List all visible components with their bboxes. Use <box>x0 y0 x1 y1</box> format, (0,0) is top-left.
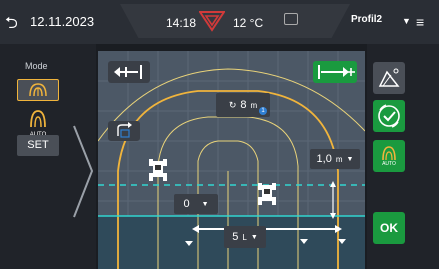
top-bar: ⮌ 12.11.2023 14:18 12 °C Profil2 ▼ ≡ <box>0 0 439 44</box>
chevron-down-icon: ▼ <box>201 200 209 208</box>
turn-radius-unit: m <box>250 100 258 110</box>
time-label: 14:18 <box>166 16 197 30</box>
auto-steer-button[interactable]: AUTO <box>373 140 405 172</box>
profile-label[interactable]: Profil2 <box>351 14 382 25</box>
shift-right-button[interactable] <box>313 61 357 83</box>
date-label: 12.11.2023 <box>30 14 95 29</box>
brand-triangle-logo-icon <box>199 11 225 32</box>
tractor-left-icon <box>149 159 167 181</box>
keyboard-icon[interactable] <box>284 13 298 25</box>
terrain-tool-icon <box>378 68 400 87</box>
terrain-tool-button[interactable] <box>373 62 405 94</box>
chevron-down-icon: ▼ <box>250 233 258 241</box>
auto-arc-icon <box>382 146 396 161</box>
working-width-dropdown[interactable]: 5 L ▼ <box>224 226 266 248</box>
collapse-chevron-icon[interactable] <box>72 124 94 219</box>
set-button[interactable]: SET <box>17 135 59 156</box>
mode-label: Mode <box>25 61 48 71</box>
shift-left-icon <box>114 65 142 79</box>
auto-label: AUTO <box>382 161 396 167</box>
offset-value: 1,0 <box>316 153 332 165</box>
chevron-down-icon[interactable]: ▼ <box>402 16 411 26</box>
turn-settings-icon <box>117 122 132 138</box>
guidance-map[interactable]: ↻ 8 m 1 1,0 m ▼ 0 ▼ 5 L ▼ <box>98 51 365 269</box>
turn-radius-control[interactable]: ↻ 8 m 1 <box>216 93 270 117</box>
turn-settings-button[interactable] <box>108 121 140 141</box>
left-panel: Mode AUTO SET <box>0 44 96 269</box>
hamburger-menu-icon[interactable]: ≡ <box>416 14 424 30</box>
right-panel: AUTO OK <box>367 44 439 269</box>
ok-button[interactable]: OK <box>373 212 405 244</box>
chevron-down-icon: ▼ <box>346 155 354 163</box>
mode-button[interactable] <box>17 79 59 101</box>
track-mode-icon <box>29 83 47 97</box>
field-value: 0 <box>183 198 190 210</box>
working-width-value: 5 <box>232 231 239 243</box>
turn-radius-value: 8 <box>240 99 247 111</box>
shift-left-button[interactable] <box>108 61 150 83</box>
working-width-unit: L <box>242 232 247 242</box>
turn-radius-badge: 1 <box>259 107 267 115</box>
confirm-button[interactable] <box>373 100 405 132</box>
turn-radius-icon: ↻ <box>228 99 237 110</box>
auto-mode-icon[interactable]: AUTO <box>27 109 49 138</box>
temperature-label: 12 °C <box>233 16 264 30</box>
field-value-dropdown[interactable]: 0 ▼ <box>174 194 218 214</box>
offset-unit: m <box>335 154 343 164</box>
offset-dropdown[interactable]: 1,0 m ▼ <box>310 149 360 169</box>
shift-right-icon <box>318 65 355 79</box>
return-arrow-icon[interactable]: ⮌ <box>5 12 18 39</box>
tractor-right-icon <box>258 183 276 205</box>
check-circle-icon <box>378 104 400 128</box>
auto-arc-icon <box>30 110 46 128</box>
